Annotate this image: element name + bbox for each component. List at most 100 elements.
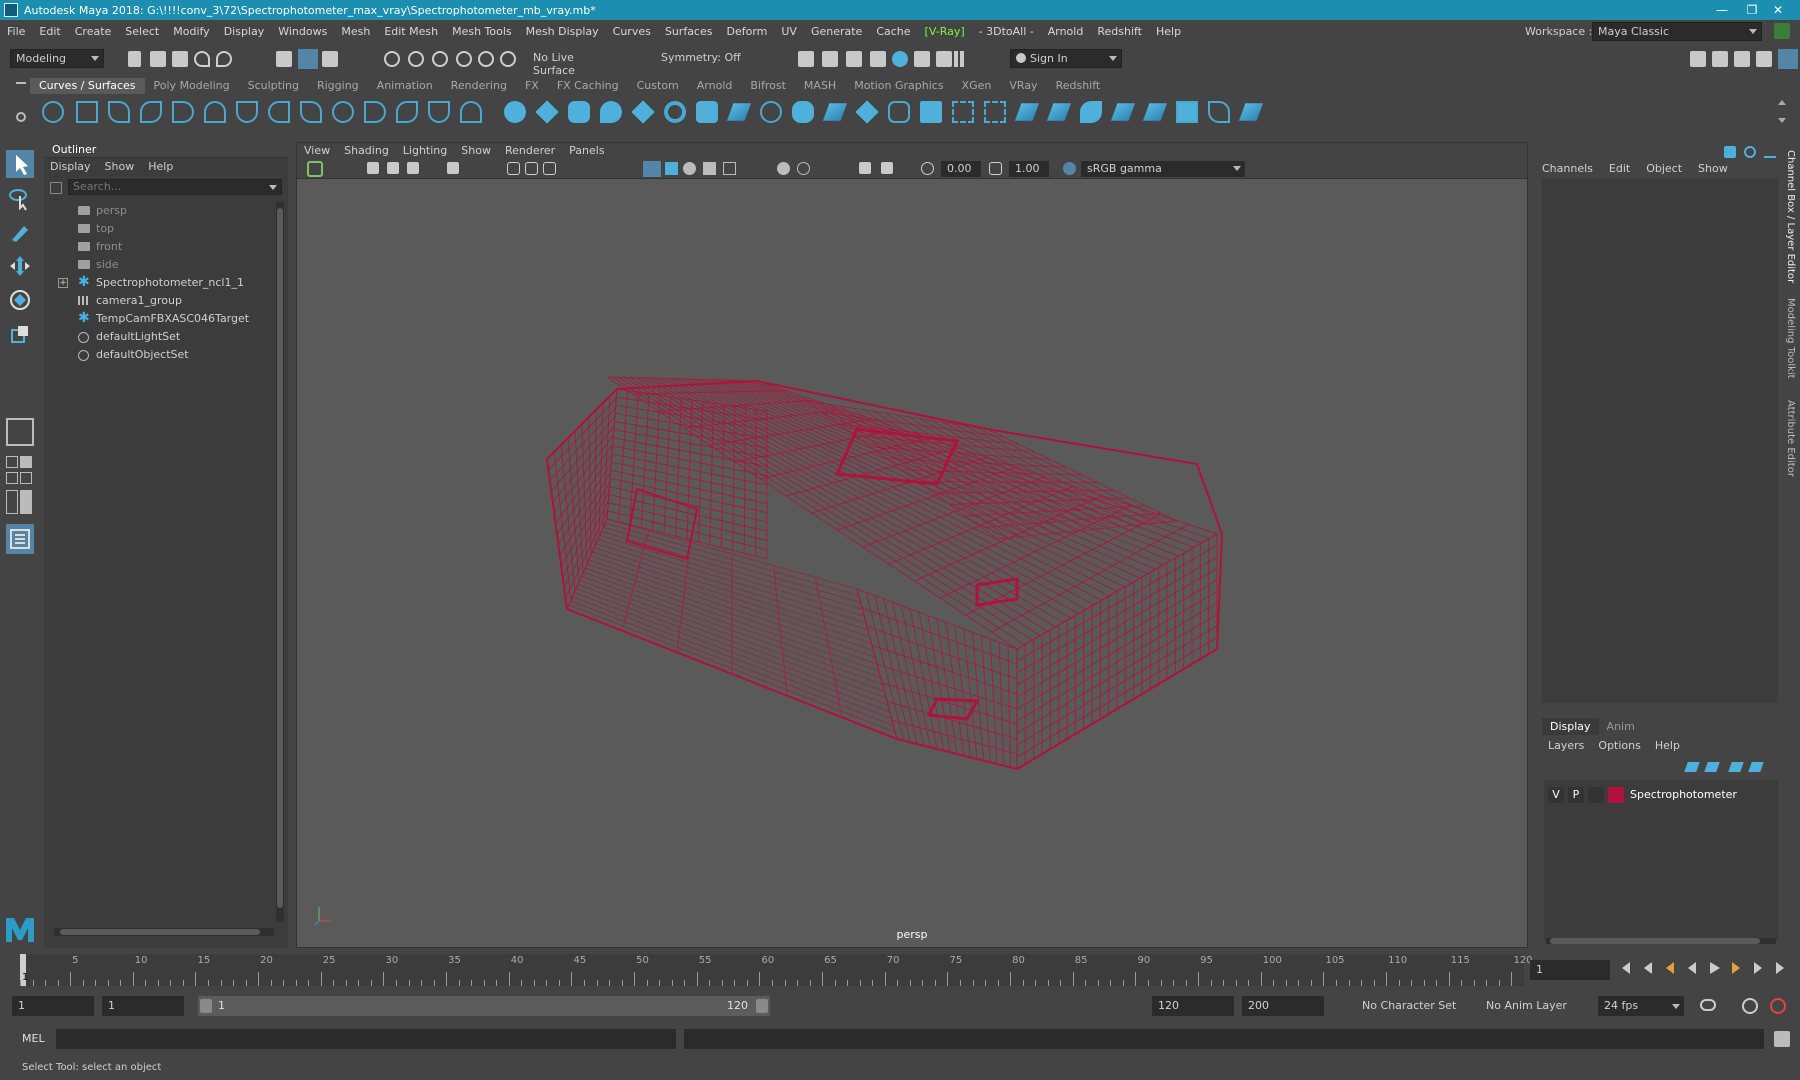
viewport-menu-lighting[interactable]: Lighting <box>396 143 454 159</box>
step-back-frame-icon[interactable] <box>1666 962 1674 974</box>
chevron-down-icon[interactable] <box>269 185 277 190</box>
persp-outliner-layout-icon[interactable] <box>20 456 32 468</box>
outliner-item-default-light-set[interactable]: defaultLightSet <box>44 328 274 346</box>
extrude-icon[interactable] <box>792 101 814 123</box>
shelf-tab-sculpting[interactable]: Sculpting <box>239 78 308 94</box>
rotate-tool-icon[interactable] <box>6 286 34 314</box>
revolve-icon[interactable] <box>696 101 718 123</box>
shelf-tab-rendering[interactable]: Rendering <box>442 78 516 94</box>
character-set-dropdown[interactable]: No Character Set <box>1356 996 1472 1016</box>
shelf-tab-rigging[interactable]: Rigging <box>308 78 368 94</box>
wireframe-on-shaded-icon[interactable] <box>683 162 696 175</box>
menu-create[interactable]: Create <box>68 25 119 38</box>
menu-uv[interactable]: UV <box>774 25 804 38</box>
time-ruler[interactable]: 1 5 10 15 20 25 30 35 40 45 50 55 60 65 70 75 80 85 90 95 1… <box>20 954 1533 986</box>
step-forward-frame-icon[interactable] <box>1732 962 1740 974</box>
time-slider[interactable]: 1 5 10 15 20 25 30 35 40 45 50 55 60 65 70 75 80 85 90 95 1… <box>0 952 1800 988</box>
shelf-tab-bifrost[interactable]: Bifrost <box>741 78 795 94</box>
toggle-tool-settings-icon[interactable] <box>1734 51 1750 67</box>
shelf-tab-redshift[interactable]: Redshift <box>1047 78 1110 94</box>
nurbs-circle-icon[interactable] <box>42 101 64 123</box>
gamma-field[interactable]: 1.00 <box>1009 161 1049 177</box>
move-tool-icon[interactable] <box>6 252 34 280</box>
move-layer-up-icon[interactable] <box>1684 762 1700 772</box>
detach-curves-icon[interactable] <box>300 101 322 123</box>
outliner-persp-layout-icon[interactable] <box>6 524 34 554</box>
redo-icon[interactable] <box>216 51 232 67</box>
pause-icon[interactable] <box>954 51 958 67</box>
loft-icon[interactable] <box>726 103 752 121</box>
menu-mesh-tools[interactable]: Mesh Tools <box>445 25 519 38</box>
single-perspective-layout-icon[interactable] <box>6 418 34 446</box>
layer-menu-layers[interactable]: Layers <box>1548 739 1584 752</box>
menu-arnold[interactable]: Arnold <box>1041 25 1091 38</box>
outliner-menu-show[interactable]: Show <box>105 160 135 173</box>
outliner-item-spectrophotometer[interactable]: + ✱ Spectrophotometer_ncl1_1 <box>44 274 274 292</box>
script-editor-icon[interactable] <box>1774 1031 1790 1047</box>
extend-curve-icon[interactable] <box>364 101 386 123</box>
select-tool-icon[interactable] <box>6 150 34 178</box>
shelf-tab-xgen[interactable]: XGen <box>953 78 1001 94</box>
channel-menu-show[interactable]: Show <box>1698 162 1728 175</box>
menu-file[interactable]: File <box>0 25 32 38</box>
two-pane-layout-icon[interactable] <box>6 490 18 514</box>
scrollbar-thumb[interactable] <box>60 929 260 935</box>
layer-display-type-toggle[interactable] <box>1588 787 1604 803</box>
shelf-tab-fx[interactable]: FX <box>516 78 548 94</box>
shelf-tab-motion-graphics[interactable]: Motion Graphics <box>845 78 952 94</box>
outliner-item-tempcam-target[interactable]: ✱ TempCamFBXASC046Target <box>44 310 274 328</box>
animation-end-field[interactable]: 200 <box>1242 996 1324 1016</box>
viewport-menu-shading[interactable]: Shading <box>337 143 396 159</box>
shelf-tab-curves-surfaces[interactable]: Curves / Surfaces <box>30 78 145 94</box>
channel-menu-edit[interactable]: Edit <box>1609 162 1630 175</box>
layer-horizontal-scrollbar[interactable] <box>1546 938 1776 944</box>
range-slider[interactable]: 1 120 <box>198 996 770 1016</box>
grid-icon[interactable] <box>507 162 520 175</box>
channel-box-area[interactable] <box>1542 178 1778 703</box>
xray-icon[interactable] <box>859 162 871 174</box>
vray-framebuffer-icon[interactable] <box>936 51 952 67</box>
fps-dropdown[interactable]: 24 fps <box>1598 996 1684 1016</box>
extend-surface-icon[interactable] <box>1142 103 1168 121</box>
shelf-settings-icon[interactable] <box>16 112 26 122</box>
menu-set-dropdown[interactable]: Modeling <box>10 49 104 68</box>
expand-icon[interactable]: + <box>58 278 68 288</box>
nurbs-sphere-icon[interactable] <box>504 101 526 123</box>
gamma-icon[interactable] <box>989 162 1002 175</box>
shelf-tab-arnold[interactable]: Arnold <box>688 78 742 94</box>
shelf-tab-poly-modeling[interactable]: Poly Modeling <box>145 78 239 94</box>
outliner-vertical-scrollbar[interactable] <box>276 202 284 922</box>
camera-attributes-icon[interactable] <box>367 162 379 174</box>
outliner-layout-icon[interactable] <box>20 490 32 514</box>
layer-color-swatch[interactable] <box>1608 787 1624 803</box>
outliner-search-input[interactable]: Search... <box>68 179 282 195</box>
snap-surface-icon[interactable] <box>478 51 494 67</box>
loop-icon[interactable] <box>1700 999 1716 1011</box>
hypershade-layout-icon[interactable] <box>20 472 32 484</box>
menu-mesh-display[interactable]: Mesh Display <box>519 25 606 38</box>
playback-end-field[interactable]: 120 <box>1152 996 1234 1016</box>
rebuild-surface-icon[interactable] <box>1176 101 1198 123</box>
scrollbar-thumb[interactable] <box>1550 938 1760 944</box>
save-scene-icon[interactable] <box>172 51 188 67</box>
channel-menu-object[interactable]: Object <box>1646 162 1682 175</box>
color-management-icon[interactable] <box>1063 162 1076 175</box>
layer-tab-display[interactable]: Display <box>1542 718 1599 735</box>
resolution-gate-icon[interactable] <box>543 162 556 175</box>
trim-tool-icon[interactable] <box>952 101 974 123</box>
close-button[interactable]: ✕ <box>1756 0 1800 20</box>
bezier-curve-icon[interactable] <box>172 101 194 123</box>
playback-start-field[interactable]: 1 <box>102 996 184 1016</box>
menu-surfaces[interactable]: Surfaces <box>658 25 720 38</box>
outliner-horizontal-scrollbar[interactable] <box>54 928 274 936</box>
menu-generate[interactable]: Generate <box>804 25 869 38</box>
shelf-tab-mash[interactable]: MASH <box>795 78 845 94</box>
menu-select[interactable]: Select <box>118 25 166 38</box>
command-language-label[interactable]: MEL <box>22 1032 45 1045</box>
shelf-tab-vray[interactable]: VRay <box>1000 78 1046 94</box>
play-forwards-icon[interactable] <box>1710 962 1720 974</box>
menu-redshift[interactable]: Redshift <box>1090 25 1149 38</box>
exposure-icon[interactable] <box>921 162 934 175</box>
detach-surfaces-icon[interactable] <box>1046 103 1072 121</box>
select-camera-icon[interactable] <box>307 161 323 177</box>
